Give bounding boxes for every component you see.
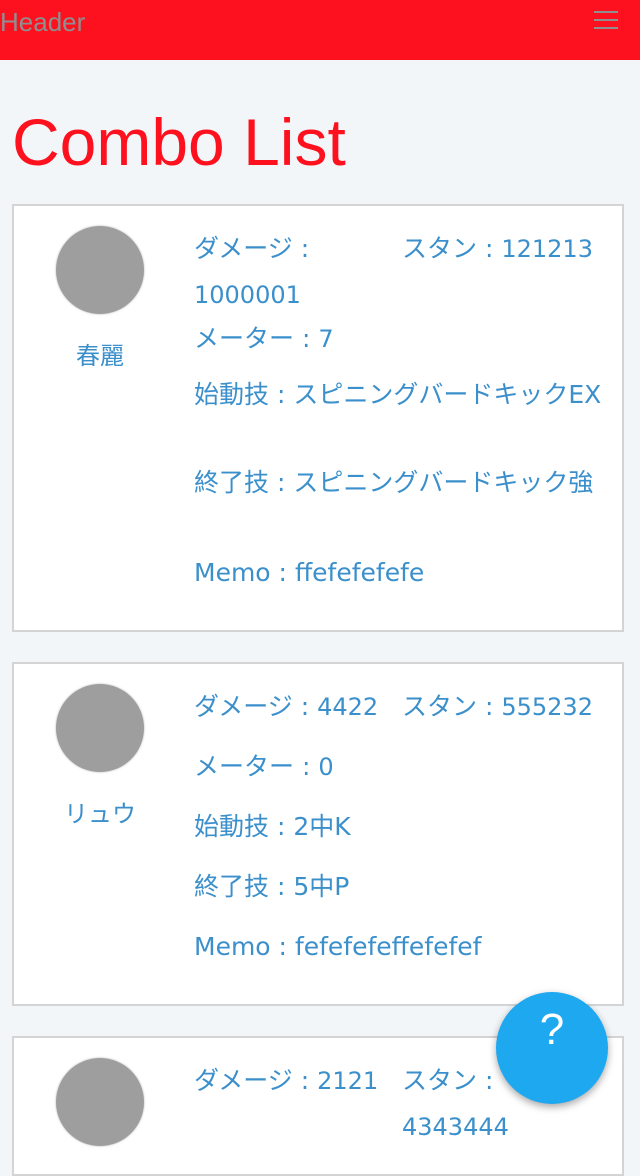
app-header: Header [0,0,640,60]
damage-label: ダメージ [194,1066,293,1095]
stun-value-row: 4343444 [402,1104,509,1150]
separator: : [477,234,502,263]
damage-value-text: 1000001 [194,281,301,309]
separator: : [269,872,294,901]
stun-label: スタン [402,692,478,721]
separator: : [294,752,319,781]
meter-label: メーター [194,324,295,353]
separator: : [477,1066,494,1095]
character-avatar [56,226,144,314]
end-move-field: 終了技 : 5中P [194,864,349,910]
start-move-value: スピニングバードキックEX [293,380,602,409]
meter-field: メーター : 7 [194,316,334,362]
start-move-value: 2中K [293,812,351,841]
end-move-value: スピニングバードキック強 [293,468,594,497]
combo-card[interactable]: 春麗 ダメージ : 1000001 スタン : 121213 メーター : 7 … [12,204,624,632]
separator: : [269,468,294,497]
stun-label: スタン [402,1066,478,1095]
damage-field: ダメージ : [194,226,309,272]
damage-value: 2121 [317,1067,379,1095]
stun-label: スタン [402,234,478,263]
memo-value: ffefefefefe [294,558,425,587]
page-title: Combo List [12,105,346,179]
character-name: 春麗 [76,342,124,370]
header-title: Header [0,7,86,37]
stun-value: 4343444 [402,1113,509,1141]
memo-field: Memo : ffefefefefe [194,550,424,596]
meter-value: 7 [318,325,334,353]
damage-field: ダメージ : 4422 [194,684,378,730]
end-move-label: 終了技 [194,468,270,497]
end-move-label: 終了技 [194,872,270,901]
meter-label: メーター [194,752,295,781]
end-move-field: 終了技 : スピニングバードキック強 [194,460,614,506]
end-move-value: 5中P [293,872,350,901]
character-name: リュウ [64,800,136,828]
help-icon: ? [539,1005,565,1054]
stun-field: スタン : 121213 [402,226,593,272]
memo-label: Memo [194,932,271,961]
start-move-label: 始動技 [194,812,270,841]
separator: : [292,692,318,721]
separator: : [270,932,295,961]
damage-label: ダメージ [194,234,293,263]
start-move-field: 始動技 : 2中K [194,804,351,850]
damage-label: ダメージ [194,692,293,721]
character-avatar [56,684,144,772]
stun-value: 121213 [501,235,593,263]
separator: : [292,234,310,263]
separator: : [270,558,295,587]
memo-field: Memo : fefefefeffefefef [194,924,481,970]
stun-field: スタン : 555232 [402,684,593,730]
separator: : [294,324,319,353]
character-avatar [56,1058,144,1146]
start-move-field: 始動技 : スピニングバードキックEX [194,372,614,418]
meter-value: 0 [318,753,334,781]
stun-field: スタン : [402,1058,493,1104]
memo-label: Memo [194,558,271,587]
damage-field: ダメージ : 2121 [194,1058,378,1104]
damage-value: 1000001 [194,272,301,318]
start-move-label: 始動技 [194,380,270,409]
separator: : [269,380,294,409]
stun-value: 555232 [501,693,593,721]
combo-card[interactable]: リュウ ダメージ : 4422 スタン : 555232 メーター : 0 始動… [12,662,624,1006]
help-fab-button[interactable]: ? [496,992,608,1104]
separator: : [269,812,294,841]
separator: : [477,692,502,721]
memo-value: fefefefeffefefef [294,932,482,961]
separator: : [292,1066,318,1095]
meter-field: メーター : 0 [194,744,334,790]
hamburger-menu-icon[interactable] [594,9,618,31]
damage-value: 4422 [317,693,379,721]
